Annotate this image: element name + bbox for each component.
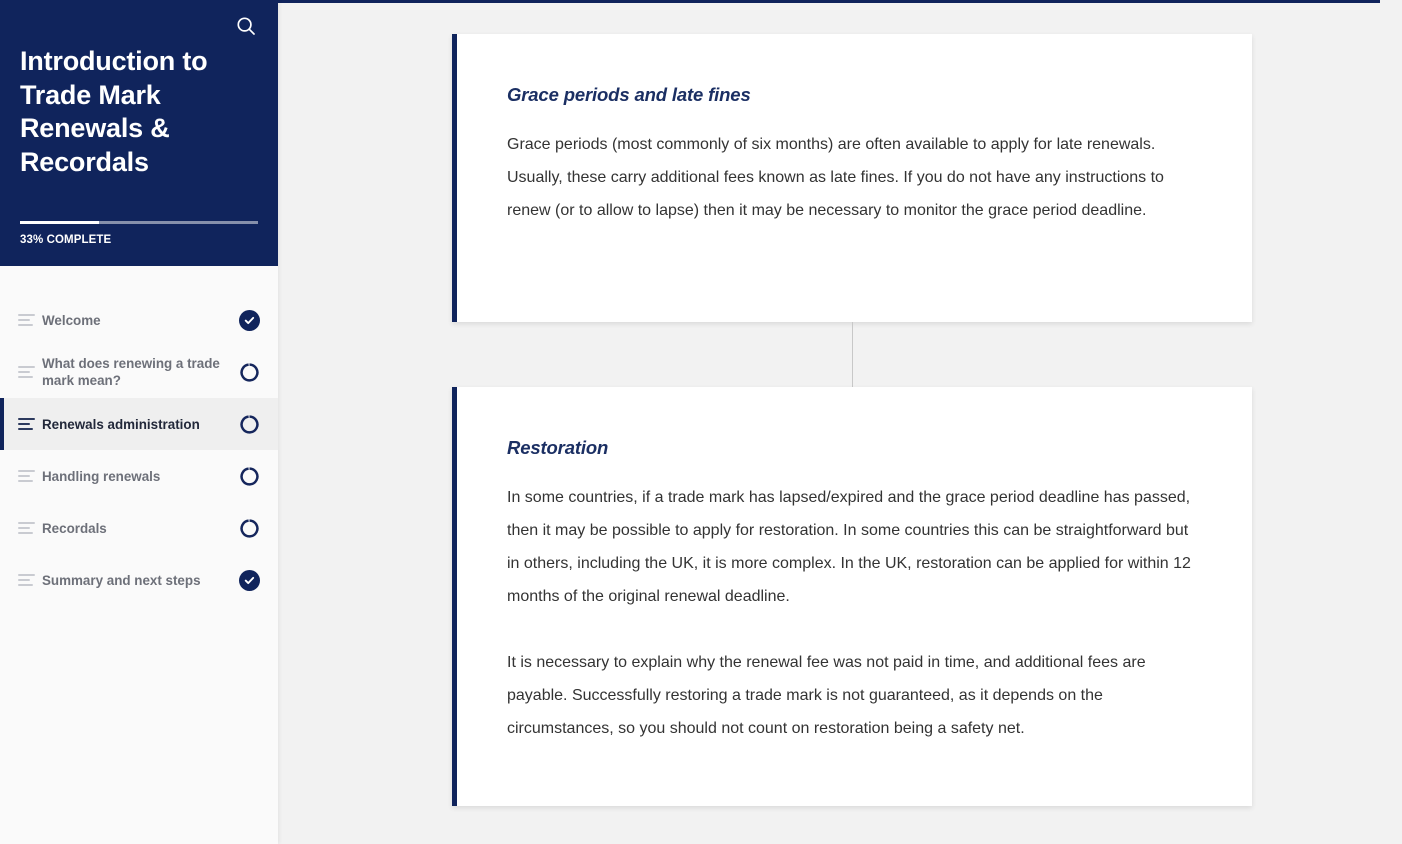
progress-fill — [20, 221, 99, 224]
sidebar-item-summary-and-next-steps[interactable]: Summary and next steps — [0, 554, 278, 606]
sidebar-progress: 33% COMPLETE — [20, 221, 258, 246]
sidebar-item-what-does-renewing-a-trade-mark-mean[interactable]: What does renewing a trade mark mean? — [0, 346, 278, 398]
page-title: Introduction to Trade Mark Renewals & Re… — [20, 46, 208, 177]
status-badge-complete — [239, 309, 260, 331]
empty-circle-icon — [239, 414, 260, 435]
lines-icon — [18, 522, 35, 534]
sidebar-item-label: Recordals — [42, 520, 107, 536]
main-content: Grace periods and late fines Grace perio… — [278, 0, 1402, 844]
content-card-grace-periods: Grace periods and late fines Grace perio… — [452, 34, 1252, 322]
lines-icon — [18, 366, 35, 378]
card-divider — [852, 322, 853, 390]
status-badge-incomplete — [239, 362, 260, 383]
card-heading: Grace periods and late fines — [507, 84, 751, 105]
sidebar-item-handling-renewals[interactable]: Handling renewals — [0, 450, 278, 502]
sidebar-item-renewals-administration[interactable]: Renewals administration — [0, 398, 278, 450]
sidebar-item-label: Summary and next steps — [42, 572, 201, 588]
sidebar-item-welcome[interactable]: Welcome — [0, 294, 278, 346]
lines-icon — [18, 418, 35, 430]
card-paragraph: Grace periods (most commonly of six mont… — [507, 136, 1164, 219]
status-badge-complete — [239, 569, 260, 591]
sidebar-item-label: Welcome — [42, 312, 101, 328]
status-badge-incomplete — [239, 414, 260, 435]
check-circle-icon — [239, 309, 260, 331]
empty-circle-icon — [239, 362, 260, 383]
sidebar-header: Introduction to Trade Mark Renewals & Re… — [0, 0, 278, 266]
sidebar-item-recordals[interactable]: Recordals — [0, 502, 278, 554]
search-icon[interactable] — [232, 12, 260, 40]
sidebar-item-label: Renewals administration — [42, 416, 200, 432]
course-nav-list: Welcome What does renewing a trade mark m… — [0, 266, 278, 844]
empty-circle-icon — [239, 466, 260, 487]
status-badge-incomplete — [239, 466, 260, 487]
sidebar-item-label: What does renewing a trade mark mean? — [42, 356, 220, 388]
card-heading: Restoration — [507, 437, 609, 458]
content-card-restoration: Restoration In some countries, if a trad… — [452, 387, 1252, 806]
progress-label: 33% COMPLETE — [20, 234, 112, 246]
lines-icon — [18, 470, 35, 482]
check-circle-icon — [239, 569, 260, 591]
card-paragraph: It is necessary to explain why the renew… — [507, 654, 1146, 737]
card-paragraph: In some countries, if a trade mark has l… — [507, 489, 1191, 605]
content-scroll-area[interactable]: Grace periods and late fines Grace perio… — [278, 3, 1402, 844]
sidebar-item-label: Handling renewals — [42, 468, 161, 484]
status-badge-incomplete — [239, 518, 260, 539]
empty-circle-icon — [239, 518, 260, 539]
progress-track — [20, 221, 258, 224]
lines-icon — [18, 314, 35, 326]
lines-icon — [18, 574, 35, 586]
course-sidebar: Introduction to Trade Mark Renewals & Re… — [0, 0, 278, 844]
